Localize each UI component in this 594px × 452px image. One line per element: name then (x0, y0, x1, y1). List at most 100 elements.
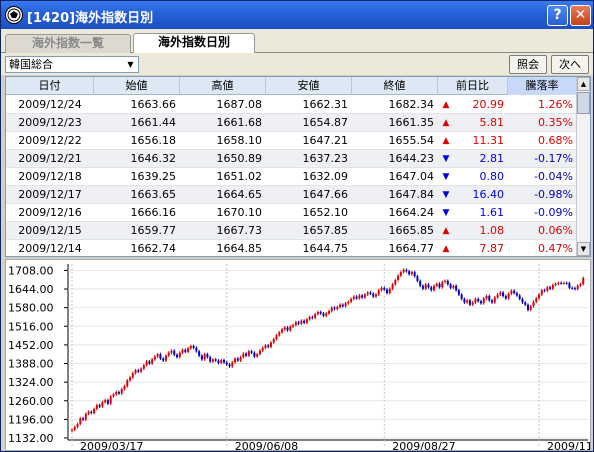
cell-pct: 0.35% (538, 116, 573, 129)
candle-body (239, 357, 242, 361)
table-row[interactable]: 2009/12/24 1663.66 1687.08 1662.31 1682.34 ▲ 2… (6, 96, 577, 114)
candle-body (405, 269, 408, 272)
table-row[interactable]: 2009/12/23 1661.44 1661.68 1654.87 1661.35 ▲ 5… (6, 114, 577, 132)
candle-body (438, 283, 441, 288)
candle-body (101, 402, 104, 407)
candle-body (195, 347, 198, 352)
close-button[interactable]: ✕ (570, 5, 591, 26)
candle-body (104, 400, 107, 403)
candle-body (206, 354, 209, 358)
index-select[interactable]: 韓国総合 ▼ (5, 56, 139, 73)
table-scrollbar[interactable]: ▲ ▼ (576, 77, 590, 256)
cell-date: 2009/12/14 (18, 242, 82, 255)
candle-body (106, 400, 109, 404)
triangle-up-icon: ▲ (442, 118, 450, 128)
index-select-value: 韓国総合 (9, 58, 53, 71)
cell-open: 1656.18 (130, 134, 177, 147)
header-low[interactable]: 安値 (266, 77, 352, 95)
candle-body (330, 307, 333, 312)
cell-pct: -0.09% (534, 206, 573, 219)
cell-date: 2009/12/23 (18, 116, 82, 129)
candle-body (394, 280, 397, 285)
candle-body (319, 312, 322, 314)
table-row[interactable]: 2009/12/22 1656.18 1658.10 1647.21 1655.54 ▲ 1… (6, 132, 577, 150)
header-date[interactable]: 日付 (6, 77, 94, 95)
y-tick-label: 1388.00 (8, 358, 54, 371)
cell-high: 1650.89 (216, 152, 263, 165)
table-row[interactable]: 2009/12/14 1662.74 1664.85 1644.75 1664.77 ▲ 7… (6, 240, 577, 256)
header-pct[interactable]: 騰落率 (508, 77, 577, 95)
scroll-thumb[interactable] (577, 92, 590, 114)
scroll-down-icon[interactable]: ▼ (577, 242, 590, 256)
y-tick-label: 1196.00 (8, 413, 54, 426)
candle-body (297, 322, 300, 324)
candle-body (560, 282, 563, 284)
help-button[interactable]: ? (547, 5, 568, 26)
candle-body (452, 285, 455, 288)
candle-body (311, 316, 314, 318)
triangle-down-icon: ▼ (442, 190, 450, 200)
candle-body (377, 290, 380, 295)
tab-index-list[interactable]: 海外指数一覧 (5, 34, 131, 53)
candle-body (126, 380, 129, 387)
next-button[interactable]: 次へ (551, 55, 589, 74)
candle-body (446, 280, 449, 285)
candle-body (579, 284, 582, 286)
cell-pct: 0.68% (538, 134, 573, 147)
candle-body (408, 271, 411, 275)
candle-body (137, 370, 140, 372)
candle-body (231, 362, 234, 367)
candle-body (225, 362, 228, 365)
cell-change: 16.40 (472, 188, 505, 201)
cell-close: 1644.23 (388, 152, 435, 165)
candle-body (184, 349, 187, 352)
cell-change: 11.31 (472, 134, 505, 147)
candle-body (499, 292, 502, 295)
candle-body (424, 284, 427, 289)
cell-high: 1687.08 (216, 98, 263, 111)
y-tick-label: 1516.00 (8, 320, 54, 333)
cell-pct: 0.06% (538, 224, 573, 237)
bull-bear-icon (5, 6, 23, 24)
query-button[interactable]: 照会 (509, 55, 547, 74)
candle-body (347, 301, 350, 304)
table-row[interactable]: 2009/12/18 1639.25 1651.02 1632.09 1647.04 ▼ 0… (6, 168, 577, 186)
table-header: 日付 始値 高値 安値 終値 前日比 騰落率 (6, 77, 577, 95)
cell-high: 1667.73 (216, 224, 263, 237)
chevron-down-icon[interactable]: ▼ (123, 57, 138, 72)
candle-body (358, 295, 361, 299)
scroll-up-icon[interactable]: ▲ (577, 77, 590, 91)
candle-body (162, 358, 165, 361)
cell-close: 1655.54 (388, 134, 435, 147)
candle-body (109, 396, 112, 404)
table-row[interactable]: 2009/12/15 1659.77 1667.73 1657.85 1665.85 ▲ 1… (6, 222, 577, 240)
header-open[interactable]: 始値 (94, 77, 180, 95)
table-row[interactable]: 2009/12/21 1646.32 1650.89 1637.23 1644.23 ▼ 2… (6, 150, 577, 168)
table-row[interactable]: 2009/12/16 1666.16 1670.10 1652.10 1664.24 ▼ 1… (6, 204, 577, 222)
candle-body (322, 313, 325, 316)
table-row[interactable]: 2009/12/17 1663.65 1664.65 1647.66 1647.84 ▼ 1… (6, 186, 577, 204)
candle-body (328, 311, 330, 314)
header-high[interactable]: 高値 (180, 77, 266, 95)
candle-body (90, 411, 93, 413)
tab-index-daily[interactable]: 海外指数日別 (133, 33, 255, 53)
x-tick-label: 2009/03/17 (80, 440, 143, 450)
candle-body (493, 297, 496, 303)
candle-body (369, 292, 372, 294)
candle-body (189, 346, 192, 349)
candle-body (245, 353, 248, 356)
candle-body (181, 349, 184, 353)
candle-body (308, 316, 311, 320)
header-change[interactable]: 前日比 (438, 77, 508, 95)
cell-change: 5.81 (479, 116, 505, 129)
candle-body (170, 350, 173, 353)
title-bar[interactable]: [1420]海外指数日別 ? ✕ (1, 1, 593, 29)
candle-body (209, 357, 212, 362)
candle-body (427, 284, 430, 288)
candle-body (565, 282, 568, 284)
y-tick-label: 1132.00 (8, 432, 54, 445)
header-close[interactable]: 終値 (352, 77, 438, 95)
candle-body (455, 285, 458, 291)
x-tick-label: 2009/08/27 (392, 440, 455, 450)
candle-body (272, 339, 275, 343)
